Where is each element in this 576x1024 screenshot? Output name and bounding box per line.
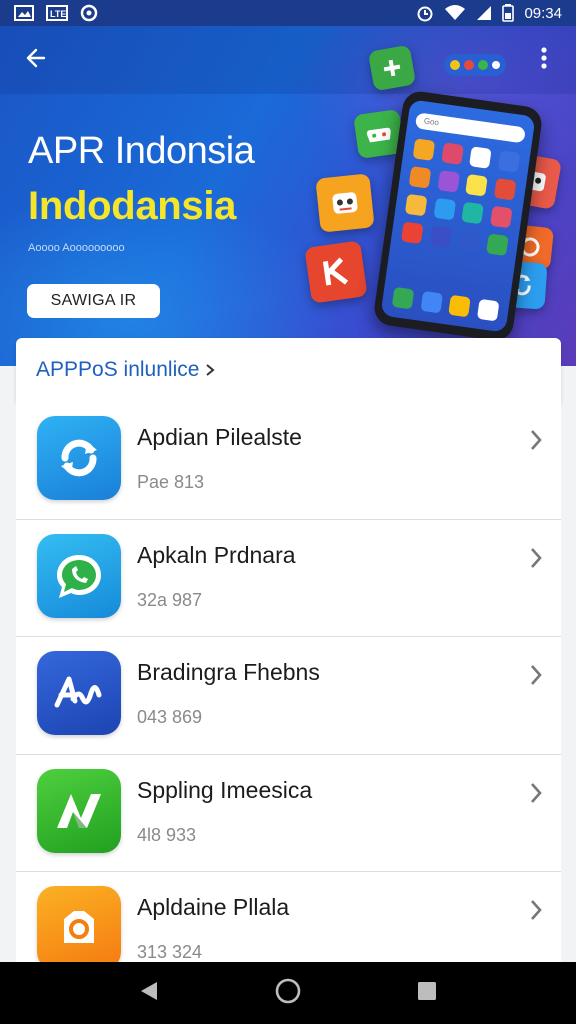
status-time: 09:34 [524,4,562,22]
sync-icon [37,416,121,500]
hero-banner: APR Indonsia Indodansia Aoooo Aooooooooo… [0,26,576,366]
nav-back-button[interactable] [127,971,171,1015]
section-header[interactable]: APPPoS inlunlice [16,338,561,402]
app-tile [391,286,415,310]
section-title: APPPoS inlunlice [36,358,200,381]
n-logo-icon [37,768,121,853]
overflow-menu-button[interactable] [526,42,562,78]
more-vertical-icon [540,46,548,75]
arrow-left-icon [24,46,48,75]
list-item[interactable]: Sppling Imeesica 4l8 933 [16,755,561,872]
hero-subtitle: Indodansia [28,184,237,228]
app-tile [433,197,456,221]
app-name: Apldaine Pllala [137,894,290,920]
app-tile [440,142,464,165]
app-tile [420,290,443,314]
chevron-right-icon [529,781,543,810]
app-name: Apdian Pilealste [137,424,302,450]
app-meta: 32a 987 [137,589,203,610]
app-meta: 4l8 933 [137,824,197,845]
system-nav-bar [0,962,576,1024]
app-tile [448,294,472,318]
app-name: Apkaln Prdnara [137,541,296,568]
app-tile [485,233,509,256]
back-triangle-icon [137,979,161,1008]
k-tile-icon [304,240,368,304]
nav-recents-button[interactable] [405,971,449,1015]
battery-icon [502,4,515,22]
circle-notification-icon [80,4,98,22]
hero-cta-button[interactable]: SAWIGA IR [27,284,160,318]
chevron-right-icon [529,898,543,927]
app-name: Bradingra Fhebns [137,659,320,685]
app-tile [476,298,500,322]
plus-tile-icon [367,44,417,92]
cluster-icon [444,54,506,76]
app-meta: Pae 813 [137,472,205,492]
list-item[interactable]: Bradingra Fhebns 043 869 [16,637,561,755]
nav-home-button[interactable] [266,971,310,1015]
chevron-right-icon [529,663,543,692]
svg-text:LTE: LTE [50,9,66,19]
hero-caption: Aoooo Aooooooooo [28,242,125,254]
alarm-icon [416,4,434,22]
app-tile [457,229,480,253]
app-tile [404,193,428,217]
back-button[interactable] [18,42,54,78]
chevron-right-icon [205,363,215,377]
phone-screen: Goo [380,99,536,333]
sim-icon: LTE [46,5,68,21]
hero-title: APR Indonsia [28,130,255,172]
app-tile [408,166,432,189]
gallery-icon [14,5,34,21]
app-tile [400,221,424,245]
app-tile [461,201,484,225]
recents-square-icon [416,980,438,1007]
app-list: Apdian Pilealste Pae 813 Apkaln Prdnara … [16,402,561,962]
phone-search-bar: Goo [414,112,526,144]
camera-tag-icon [37,886,121,962]
list-item[interactable]: Apdian Pilealste Pae 813 [16,402,561,520]
phone-app-grid [400,138,520,256]
signature-icon [37,651,121,735]
app-tile [497,150,520,173]
app-tile [489,205,513,229]
list-item[interactable]: Apldaine Pllala 313 324 [16,872,561,962]
app-meta: 313 324 [137,942,203,962]
app-tile [465,173,488,197]
wifi-icon [444,5,466,21]
chevron-right-icon [529,428,543,457]
list-item[interactable]: Apkaln Prdnara 32a 987 [16,520,561,637]
app-tile [436,170,460,193]
app-tile [429,225,452,249]
robot-tile-icon [315,173,375,233]
app-meta: 043 869 [137,707,203,727]
app-name: Sppling Imeesica [137,776,313,803]
app-tile [493,177,516,201]
app-tile [412,138,436,161]
chevron-right-icon [529,546,543,575]
status-bar: LTE 09:34 [0,0,576,26]
signal-icon [476,5,492,21]
chat-bubble-icon [37,533,121,618]
app-tile [469,146,492,169]
home-circle-icon [274,977,302,1010]
phone-dock [391,286,500,322]
